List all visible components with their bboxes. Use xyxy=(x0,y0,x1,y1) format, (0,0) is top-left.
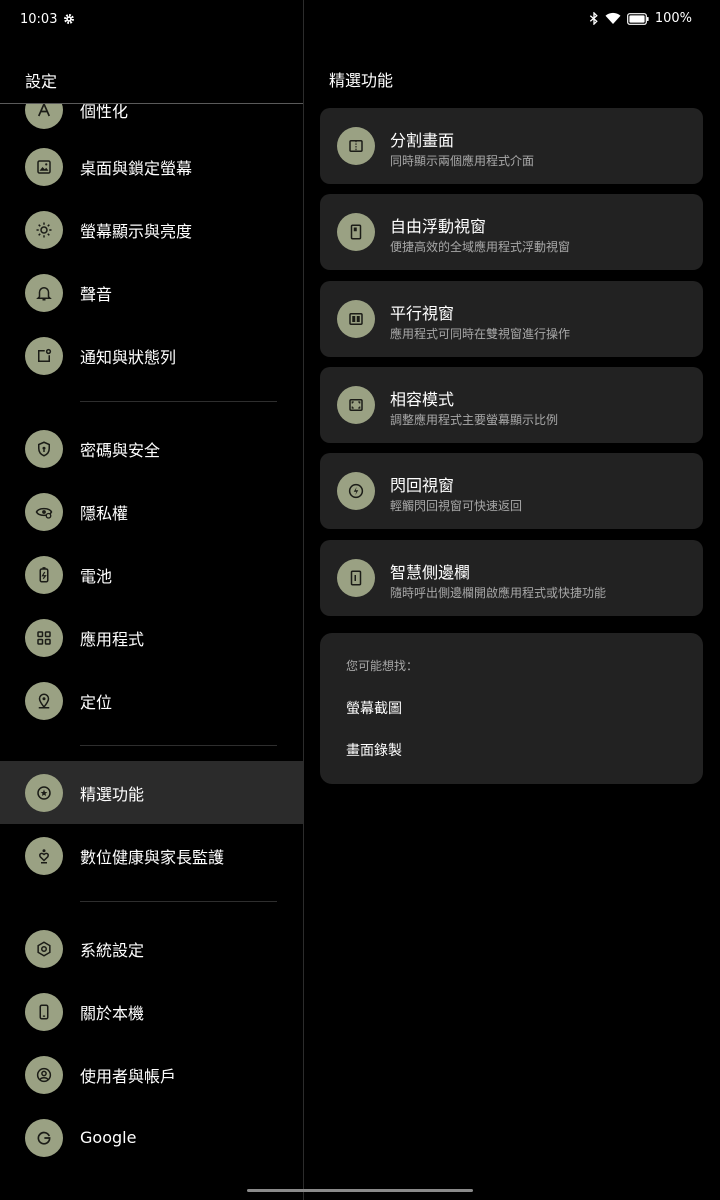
nav-label: 精選功能 xyxy=(80,784,145,804)
split-screen-icon xyxy=(337,127,375,165)
card-title: 閃回視窗 xyxy=(390,476,455,495)
nav-label: 隱私權 xyxy=(80,503,129,523)
battery-percent: 100% xyxy=(654,11,692,26)
status-right: 100% xyxy=(589,11,692,26)
nav-item-security[interactable]: 密碼與安全 xyxy=(0,417,303,480)
nav-item-google[interactable]: Google xyxy=(0,1106,303,1169)
pane-divider xyxy=(303,0,304,1200)
bluetooth-icon xyxy=(589,12,598,25)
card-title: 分割畫面 xyxy=(390,131,455,150)
account-icon xyxy=(25,1055,63,1094)
nav-label: 螢幕顯示與亮度 xyxy=(80,221,193,241)
page-title: 設定 xyxy=(25,72,58,91)
settings-gear-icon xyxy=(64,14,74,24)
nav-label: 桌面與鎖定螢幕 xyxy=(80,158,193,178)
card-subtitle: 同時顯示兩個應用程式介面 xyxy=(390,154,535,168)
nav-label: 系統設定 xyxy=(80,940,145,960)
flashback-icon xyxy=(337,472,375,510)
notification-icon xyxy=(25,336,63,375)
settings-list-pane[interactable]: 個性化 設定 桌面與鎖定螢幕 螢幕顯示與亮度 聲音 通知與狀態列 密碼與安全 隱… xyxy=(0,40,303,1200)
nav-label: Google xyxy=(80,1128,137,1147)
nav-item-wellbeing[interactable]: 數位健康與家長監護 xyxy=(0,824,303,887)
card-subtitle: 調整應用程式主要螢幕顯示比例 xyxy=(390,413,559,427)
nav-label: 使用者與帳戶 xyxy=(80,1066,177,1086)
section-divider xyxy=(80,401,277,402)
nav-label: 關於本機 xyxy=(80,1003,145,1023)
phone-icon xyxy=(25,992,63,1031)
brightness-icon xyxy=(25,210,63,249)
card-subtitle: 隨時呼出側邊欄開啟應用程式或快捷功能 xyxy=(390,586,607,600)
eye-icon xyxy=(25,492,63,531)
location-icon xyxy=(25,681,63,720)
nav-label: 密碼與安全 xyxy=(80,440,161,460)
nav-item-apps[interactable]: 應用程式 xyxy=(0,606,303,669)
feature-card-parallel-window[interactable]: 平行視窗 應用程式可同時在雙視窗進行操作 xyxy=(320,281,703,357)
nav-label: 通知與狀態列 xyxy=(80,347,177,367)
suggestions-card: 您可能想找： 螢幕截圖 畫面錄製 xyxy=(320,633,703,784)
header-divider xyxy=(0,103,303,104)
status-time: 10:03 xyxy=(20,12,58,27)
nav-item-display[interactable]: 螢幕顯示與亮度 xyxy=(0,198,303,261)
floating-window-icon xyxy=(337,213,375,251)
nav-item-battery[interactable]: 電池 xyxy=(0,543,303,606)
bell-icon xyxy=(25,273,63,312)
apps-grid-icon xyxy=(25,618,63,657)
shield-icon xyxy=(25,429,63,468)
feature-card-flashback[interactable]: 閃回視窗 輕觸閃回視窗可快速返回 xyxy=(320,453,703,529)
nav-item-sound[interactable]: 聲音 xyxy=(0,261,303,324)
section-divider xyxy=(80,901,277,902)
compat-mode-icon xyxy=(337,386,375,424)
wifi-icon xyxy=(605,12,621,24)
section-divider xyxy=(80,745,277,746)
nav-item-accounts[interactable]: 使用者與帳戶 xyxy=(0,1043,303,1106)
nav-label: 聲音 xyxy=(80,284,113,304)
wellbeing-icon xyxy=(25,836,63,875)
nav-item-featured[interactable]: 精選功能 xyxy=(0,761,303,824)
suggestion-screen-record-link[interactable]: 畫面錄製 xyxy=(346,740,402,760)
feature-card-smart-sidebar[interactable]: 智慧側邊欄 隨時呼出側邊欄開啟應用程式或快捷功能 xyxy=(320,540,703,616)
detail-title: 精選功能 xyxy=(329,71,394,90)
nav-item-about[interactable]: 關於本機 xyxy=(0,980,303,1043)
nav-label: 數位健康與家長監護 xyxy=(80,847,225,867)
suggestions-title: 您可能想找： xyxy=(346,659,419,673)
card-title: 相容模式 xyxy=(390,390,455,409)
nav-label: 應用程式 xyxy=(80,629,145,649)
feature-card-floating-window[interactable]: 自由浮動視窗 便捷高效的全域應用程式浮動視窗 xyxy=(320,194,703,270)
nav-item-system[interactable]: 系統設定 xyxy=(0,917,303,980)
star-icon xyxy=(25,773,63,812)
card-subtitle: 便捷高效的全域應用程式浮動視窗 xyxy=(390,240,571,254)
feature-card-compat-mode[interactable]: 相容模式 調整應用程式主要螢幕顯示比例 xyxy=(320,367,703,443)
battery-icon xyxy=(25,555,63,594)
nav-item-privacy[interactable]: 隱私權 xyxy=(0,480,303,543)
sidebar-icon xyxy=(337,559,375,597)
system-gear-icon xyxy=(25,929,63,968)
nav-label: 電池 xyxy=(80,566,113,586)
card-subtitle: 應用程式可同時在雙視窗進行操作 xyxy=(390,327,571,341)
status-bar: 10:03 100% xyxy=(0,0,720,40)
nav-item-notifications[interactable]: 通知與狀態列 xyxy=(0,324,303,387)
left-header: 設定 xyxy=(0,40,303,103)
wallpaper-icon xyxy=(25,147,63,186)
nav-item-wallpaper[interactable]: 桌面與鎖定螢幕 xyxy=(0,135,303,198)
feature-card-split-screen[interactable]: 分割畫面 同時顯示兩個應用程式介面 xyxy=(320,108,703,184)
home-indicator[interactable] xyxy=(247,1189,473,1192)
card-title: 平行視窗 xyxy=(390,304,455,323)
card-title: 自由浮動視窗 xyxy=(390,217,487,236)
google-icon xyxy=(25,1118,63,1157)
card-title: 智慧側邊欄 xyxy=(390,563,471,582)
nav-label: 定位 xyxy=(80,692,113,712)
suggestion-screenshot-link[interactable]: 螢幕截圖 xyxy=(346,698,402,718)
parallel-window-icon xyxy=(337,300,375,338)
battery-status-icon xyxy=(626,12,649,25)
card-subtitle: 輕觸閃回視窗可快速返回 xyxy=(390,499,523,513)
nav-item-location[interactable]: 定位 xyxy=(0,669,303,732)
